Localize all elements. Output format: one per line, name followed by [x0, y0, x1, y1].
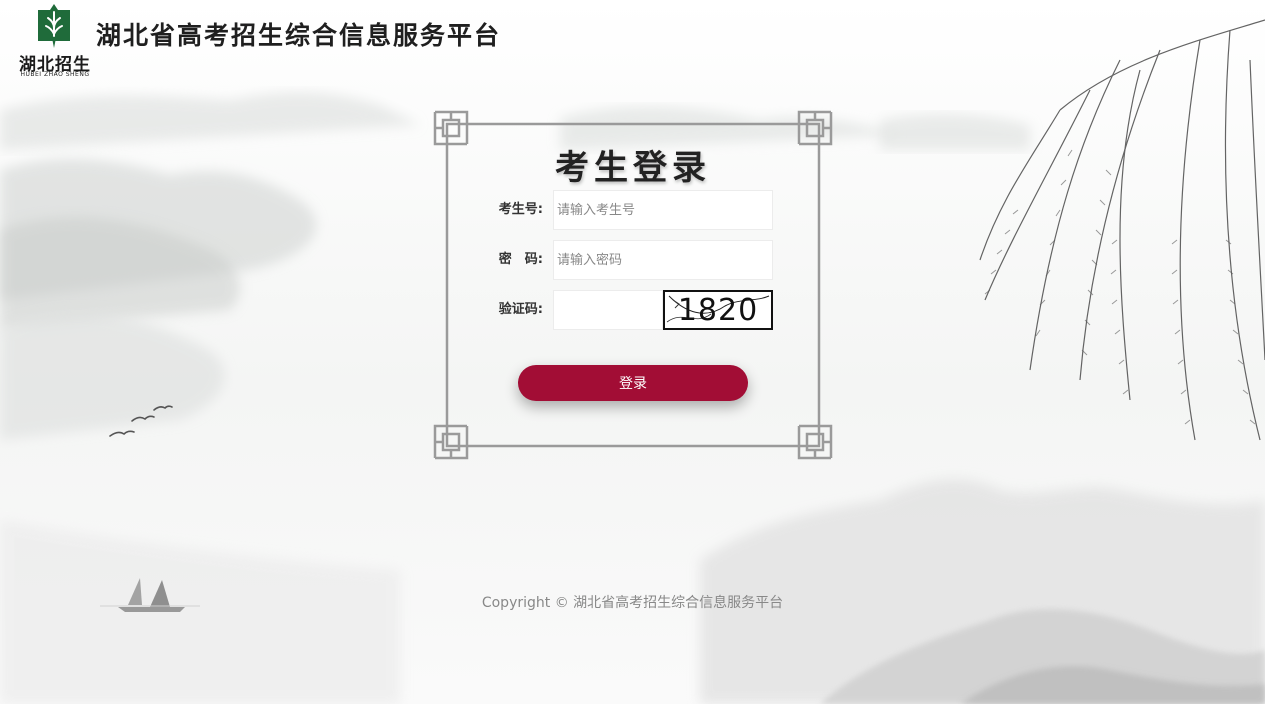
- footer-copyright: Copyright © 湖北省高考招生综合信息服务平台: [481, 595, 784, 611]
- captcha-row: 验证码: 1820: [433, 290, 833, 330]
- site-logo[interactable]: 湖北招生 HUBEI ZHAO SHENG: [14, 4, 96, 78]
- logo-subtext: HUBEI ZHAO SHENG: [20, 71, 90, 78]
- exam-id-label: 考生号:: [498, 202, 543, 217]
- captcha-input[interactable]: [553, 290, 663, 330]
- login-title: 考生登录: [555, 148, 711, 188]
- login-panel: 考生登录 考生号: 密 码: 验证码: 1820 登录: [433, 110, 833, 460]
- login-button[interactable]: 登录: [518, 365, 748, 401]
- site-header: 湖北招生 HUBEI ZHAO SHENG 湖北省高考招生综合信息服务平台: [0, 0, 700, 80]
- captcha-image[interactable]: 1820: [663, 290, 773, 330]
- captcha-code: 1820: [677, 293, 759, 328]
- exam-id-row: 考生号:: [433, 190, 833, 230]
- site-title: 湖北省高考招生综合信息服务平台: [96, 21, 502, 50]
- password-row: 密 码:: [433, 240, 833, 280]
- exam-id-input[interactable]: [553, 190, 773, 230]
- logo-emblem-icon: [38, 4, 70, 48]
- password-label: 密 码:: [498, 252, 543, 267]
- password-input[interactable]: [553, 240, 773, 280]
- captcha-label: 验证码:: [498, 302, 543, 317]
